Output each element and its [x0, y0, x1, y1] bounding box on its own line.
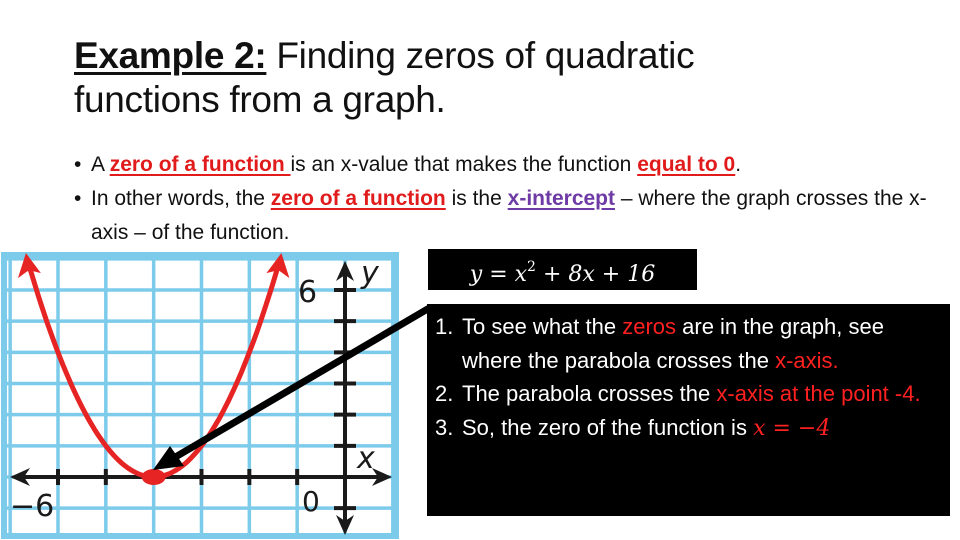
- origin-label: 0: [302, 485, 320, 518]
- zero-point: [141, 469, 166, 485]
- term-x-intercept: x-intercept: [507, 187, 615, 210]
- text: To see what the: [462, 314, 623, 339]
- title-line2: functions from a graph.: [74, 79, 446, 120]
- text: A: [91, 153, 110, 176]
- y-axis-label: y: [360, 256, 380, 291]
- step-number: 2.: [435, 381, 454, 407]
- slide-title: Example 2: Finding zeros of quadratic fu…: [74, 34, 695, 122]
- y-tick-label-6: 6: [298, 275, 317, 310]
- text: So, the zero of the function is: [462, 414, 754, 440]
- equation-exponent: 2: [527, 259, 536, 275]
- x-axis-label: x: [356, 441, 375, 476]
- bullet-dot: •: [74, 187, 82, 210]
- step-2: 2. The parabola crosses the x-axis at th…: [435, 377, 940, 411]
- title-rest: Finding zeros of quadratic: [266, 35, 695, 76]
- step-1: 1. To see what the zeros are in the grap…: [435, 310, 940, 377]
- text: In other words, the: [91, 187, 271, 210]
- parabola-graph: 6 −6 0 x y: [1, 252, 399, 539]
- step-number: 3.: [435, 414, 454, 440]
- equation-x: x: [514, 262, 528, 288]
- definition-bullets: • A zero of a function is an x-value tha…: [74, 148, 954, 250]
- text: The parabola crosses the: [462, 381, 717, 407]
- bullet-1: • A zero of a function is an x-value tha…: [74, 148, 954, 182]
- title-prefix: Example 2:: [74, 35, 267, 76]
- text: is the: [445, 187, 508, 210]
- step-3: 3. So, the zero of the function is x = −…: [435, 411, 940, 446]
- text: is an x-value that makes the function: [290, 153, 638, 176]
- term-equal-to-0: equal to 0: [637, 153, 736, 176]
- highlight: x-axis.: [775, 347, 839, 373]
- bullet-dot: •: [74, 153, 82, 176]
- steps-box: 1. To see what the zeros are in the grap…: [427, 304, 950, 516]
- equation-lhs: y: [469, 262, 483, 288]
- highlight: x-axis at the point -4.: [716, 381, 921, 407]
- equation-box: y = x2 + 8x + 16: [428, 249, 697, 290]
- equation-rest: + 8x + 16: [535, 262, 656, 288]
- answer-math: x = −4: [753, 415, 831, 441]
- step-number: 1.: [435, 314, 454, 339]
- highlight: zeros: [622, 314, 677, 339]
- term-zero-of-function: zero of a function: [270, 187, 446, 210]
- x-tick-label-neg6: −6: [10, 489, 54, 524]
- grid: [1, 252, 399, 539]
- equation-equals: =: [482, 262, 515, 288]
- term-zero-of-function: zero of a function: [109, 153, 291, 176]
- bullet-2: • In other words, the zero of a function…: [74, 182, 954, 250]
- text: .: [735, 153, 742, 176]
